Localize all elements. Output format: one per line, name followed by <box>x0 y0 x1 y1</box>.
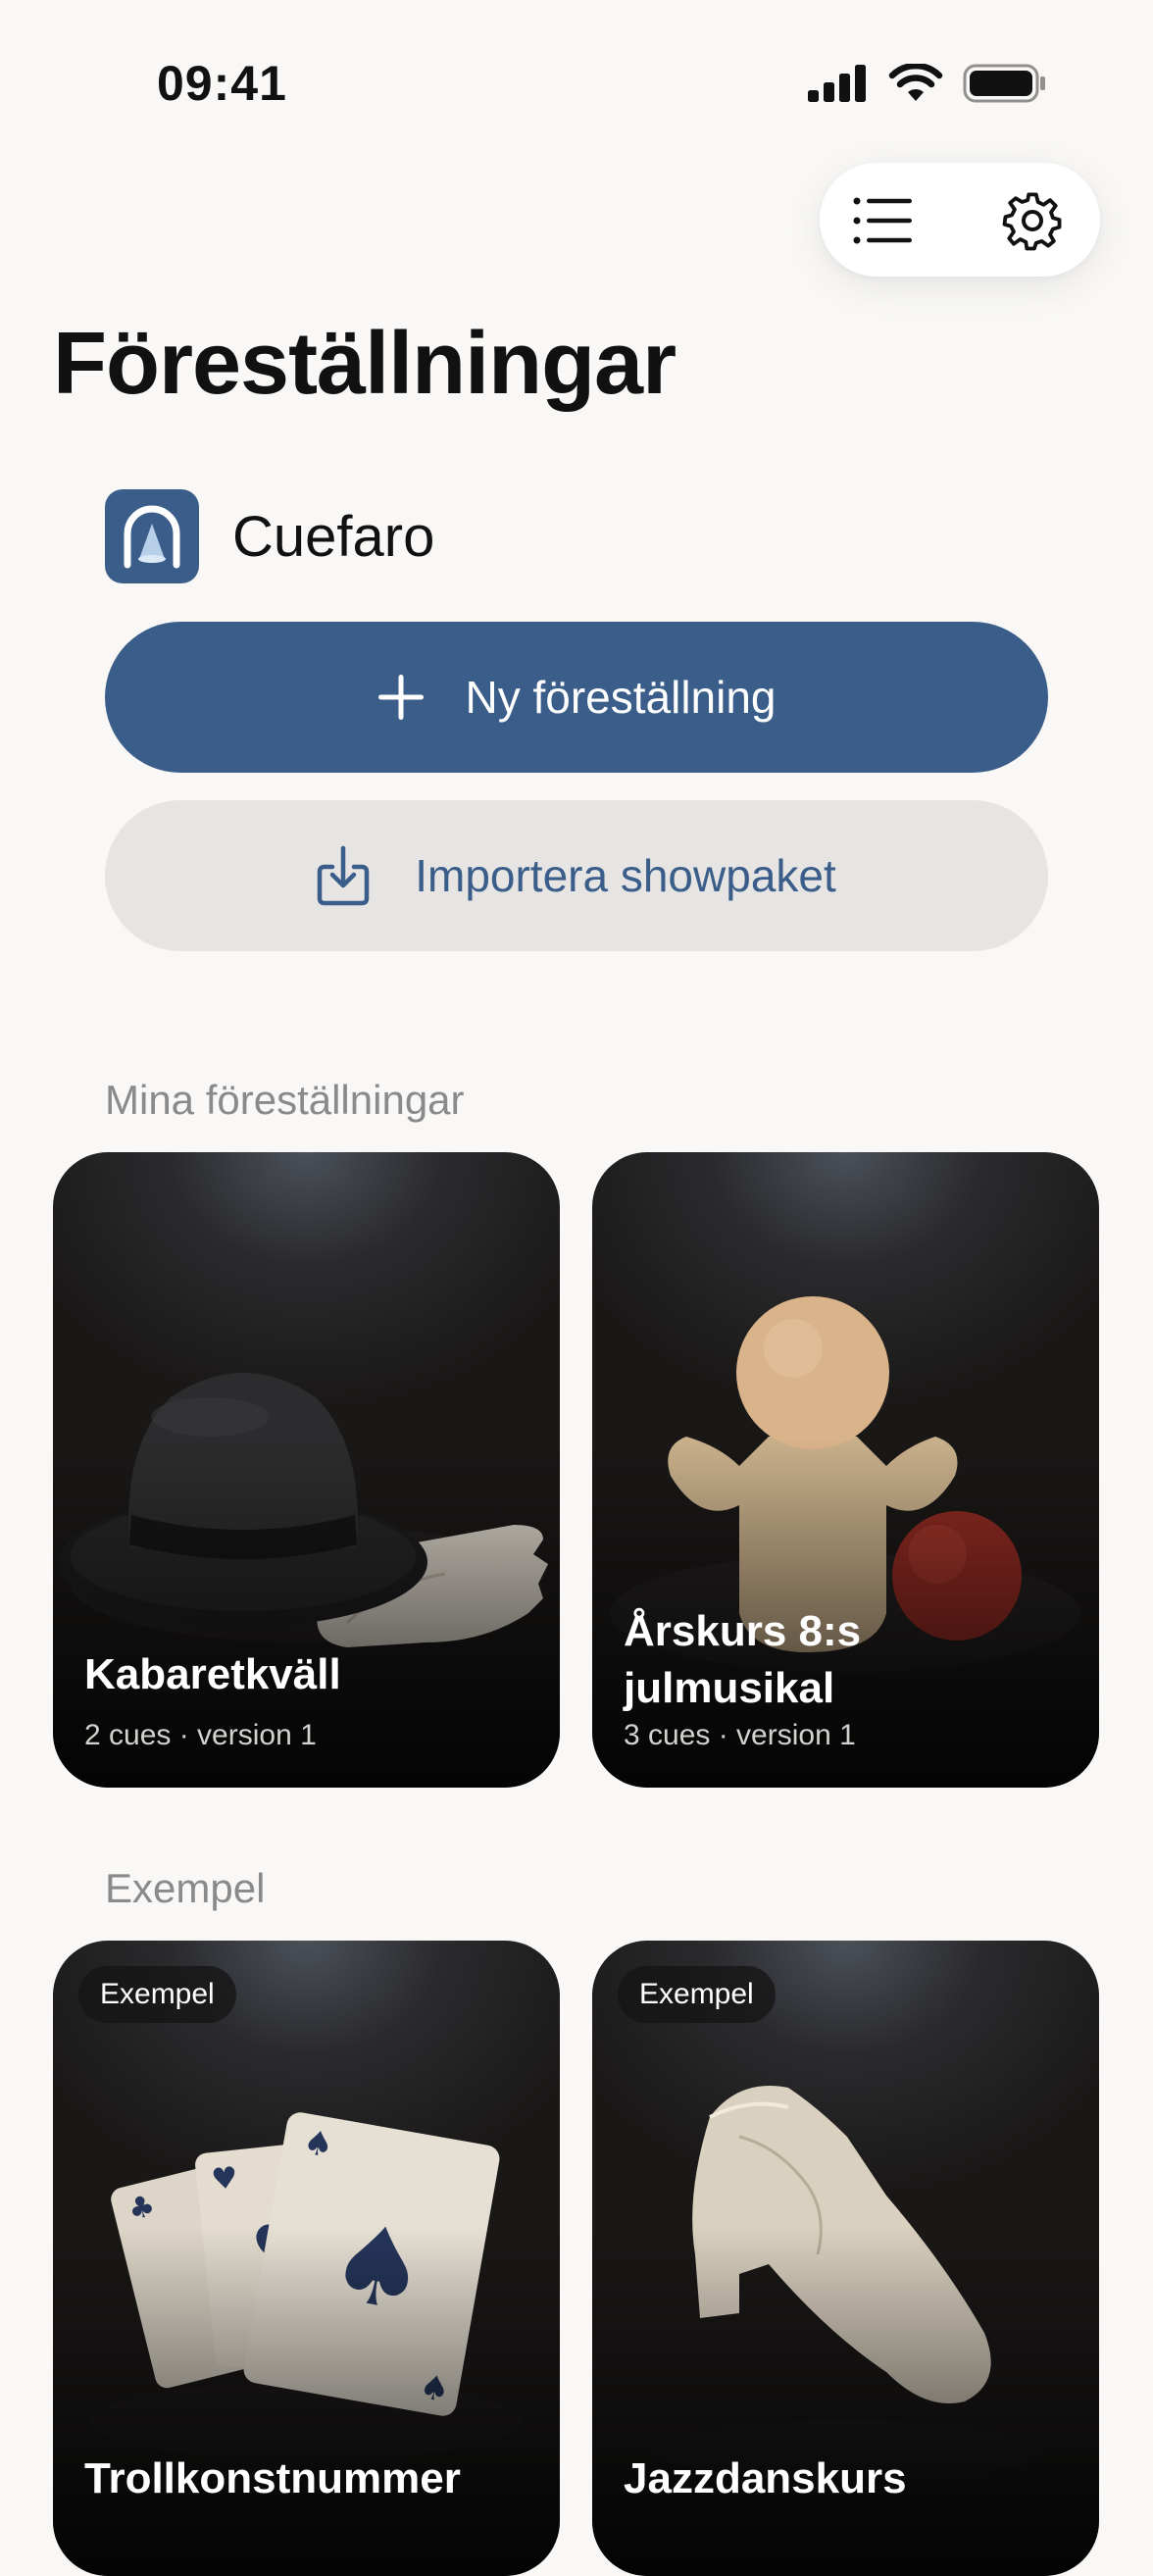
spotlight-logo-icon <box>105 489 199 583</box>
wifi-icon <box>888 64 943 101</box>
battery-icon <box>963 64 1045 103</box>
cellular-signal-icon <box>808 65 866 102</box>
section-header-my-shows: Mina föreställningar <box>105 1077 465 1123</box>
card-title: Trollkonstnummer <box>84 2454 461 2502</box>
show-card[interactable]: Kabaretkväll 2 cues · version 1 <box>53 1152 560 1788</box>
toolbar <box>820 163 1100 277</box>
card-title: Årskurs 8:s julmusikal <box>624 1607 862 1712</box>
example-badge: Exempel <box>78 1966 236 2023</box>
show-card[interactable]: Årskurs 8:s julmusikal 3 cues · version … <box>592 1152 1099 1788</box>
svg-text:♥: ♥ <box>210 2160 239 2197</box>
status-icons <box>808 59 1047 108</box>
section-header-examples: Exempel <box>105 1865 266 1911</box>
download-tray-icon <box>317 845 370 906</box>
new-show-label: Ny föreställning <box>465 672 777 723</box>
list-button[interactable] <box>853 190 914 251</box>
import-package-button[interactable]: Importera showpaket <box>105 800 1048 951</box>
page-title: Föreställningar <box>53 315 677 413</box>
app-name: Cuefaro <box>232 504 435 569</box>
status-time: 09:41 <box>157 56 287 111</box>
new-show-button[interactable]: Ny föreställning <box>105 622 1048 773</box>
example-card[interactable]: Exempel Jazzdanskurs <box>592 1941 1099 2576</box>
example-badge: Exempel <box>618 1966 776 2023</box>
list-icon <box>853 197 912 244</box>
import-label: Importera showpaket <box>415 850 836 901</box>
card-meta: 3 cues · version 1 <box>624 1719 856 1751</box>
card-meta: 2 cues · version 1 <box>84 1719 317 1751</box>
app-identity: Cuefaro <box>105 489 434 583</box>
card-title: Jazzdanskurs <box>624 2454 907 2502</box>
example-card[interactable]: Exempel ♣ ♥ ♥ ♠ ♠ ♠ Trollkonstnummer <box>53 1941 560 2576</box>
plus-icon <box>378 675 425 720</box>
settings-button[interactable] <box>1002 190 1063 251</box>
gear-icon <box>1002 192 1062 251</box>
card-title: Kabaretkväll <box>84 1650 341 1698</box>
